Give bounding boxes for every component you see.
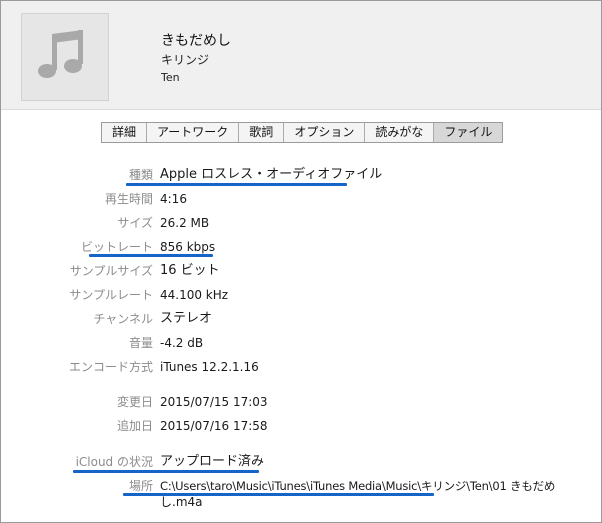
song-album: Ten: [161, 71, 180, 84]
icloud-value: アップロード済み: [160, 454, 265, 469]
kind-label: 種類: [128, 168, 153, 182]
channels-row: チャンネル ステレオ: [0, 309, 602, 329]
song-artist: キリンジ: [161, 53, 210, 67]
volume-label: 音量: [128, 336, 153, 350]
sample-rate-label: サンプルレート: [69, 288, 153, 302]
tab-file[interactable]: ファイル: [434, 123, 503, 142]
kind-underline: [126, 183, 347, 186]
size-value: 26.2 MB: [160, 216, 210, 230]
channels-label: チャンネル: [93, 312, 153, 326]
duration-row: 再生時間 4:16: [0, 189, 602, 209]
sample-size-label: サンプルサイズ: [69, 264, 153, 278]
duration-label: 再生時間: [104, 192, 153, 206]
music-note-icon: [38, 30, 83, 78]
icloud-row: iCloud の状況 アップロード済み: [0, 452, 602, 472]
location-value-continued: し.m4a: [160, 495, 203, 509]
modified-label: 変更日: [116, 395, 153, 409]
sample-rate-value: 44.100 kHz: [160, 288, 229, 302]
duration-value: 4:16: [160, 192, 187, 206]
encoder-row: エンコード方式 iTunes 12.2.1.16: [0, 357, 602, 377]
added-label: 追加日: [116, 419, 153, 433]
encoder-value: iTunes 12.2.1.16: [160, 360, 259, 374]
icloud-underline: [73, 470, 259, 473]
added-row: 追加日 2015/07/16 17:58: [0, 416, 602, 436]
tab-options[interactable]: オプション: [284, 123, 366, 142]
sample-size-row: サンプルサイズ 16 ビット: [0, 261, 602, 281]
volume-value: -4.2 dB: [160, 336, 204, 350]
modified-row: 変更日 2015/07/15 17:03: [0, 392, 602, 412]
kind-row: 種類 Apple ロスレス・オーディオファイル: [0, 165, 602, 185]
tab-artwork[interactable]: アートワーク: [147, 123, 240, 142]
channels-value: ステレオ: [160, 311, 213, 326]
sample-rate-row: サンプルレート 44.100 kHz: [0, 285, 602, 305]
artwork-placeholder: [21, 13, 109, 101]
tab-sorting[interactable]: 読みがな: [365, 123, 435, 142]
tab-lyrics[interactable]: 歌詞: [239, 123, 285, 142]
size-row: サイズ 26.2 MB: [0, 213, 602, 233]
song-header: きもだめし キリンジ Ten: [1, 1, 601, 110]
added-value: 2015/07/16 17:58: [160, 419, 268, 433]
bitrate-underline: [89, 254, 213, 257]
modified-value: 2015/07/15 17:03: [160, 395, 268, 409]
icloud-label: iCloud の状況: [75, 455, 153, 469]
song-title: きもだめし: [161, 33, 231, 49]
kind-value: Apple ロスレス・オーディオファイル: [160, 167, 383, 182]
encoder-label: エンコード方式: [68, 360, 153, 374]
tab-details[interactable]: 詳細: [102, 123, 148, 142]
sample-size-value: 16 ビット: [160, 263, 220, 278]
tab-bar: 詳細 アートワーク 歌詞 オプション 読みがな ファイル: [101, 122, 504, 143]
size-label: サイズ: [117, 216, 153, 230]
volume-row: 音量 -4.2 dB: [0, 333, 602, 353]
